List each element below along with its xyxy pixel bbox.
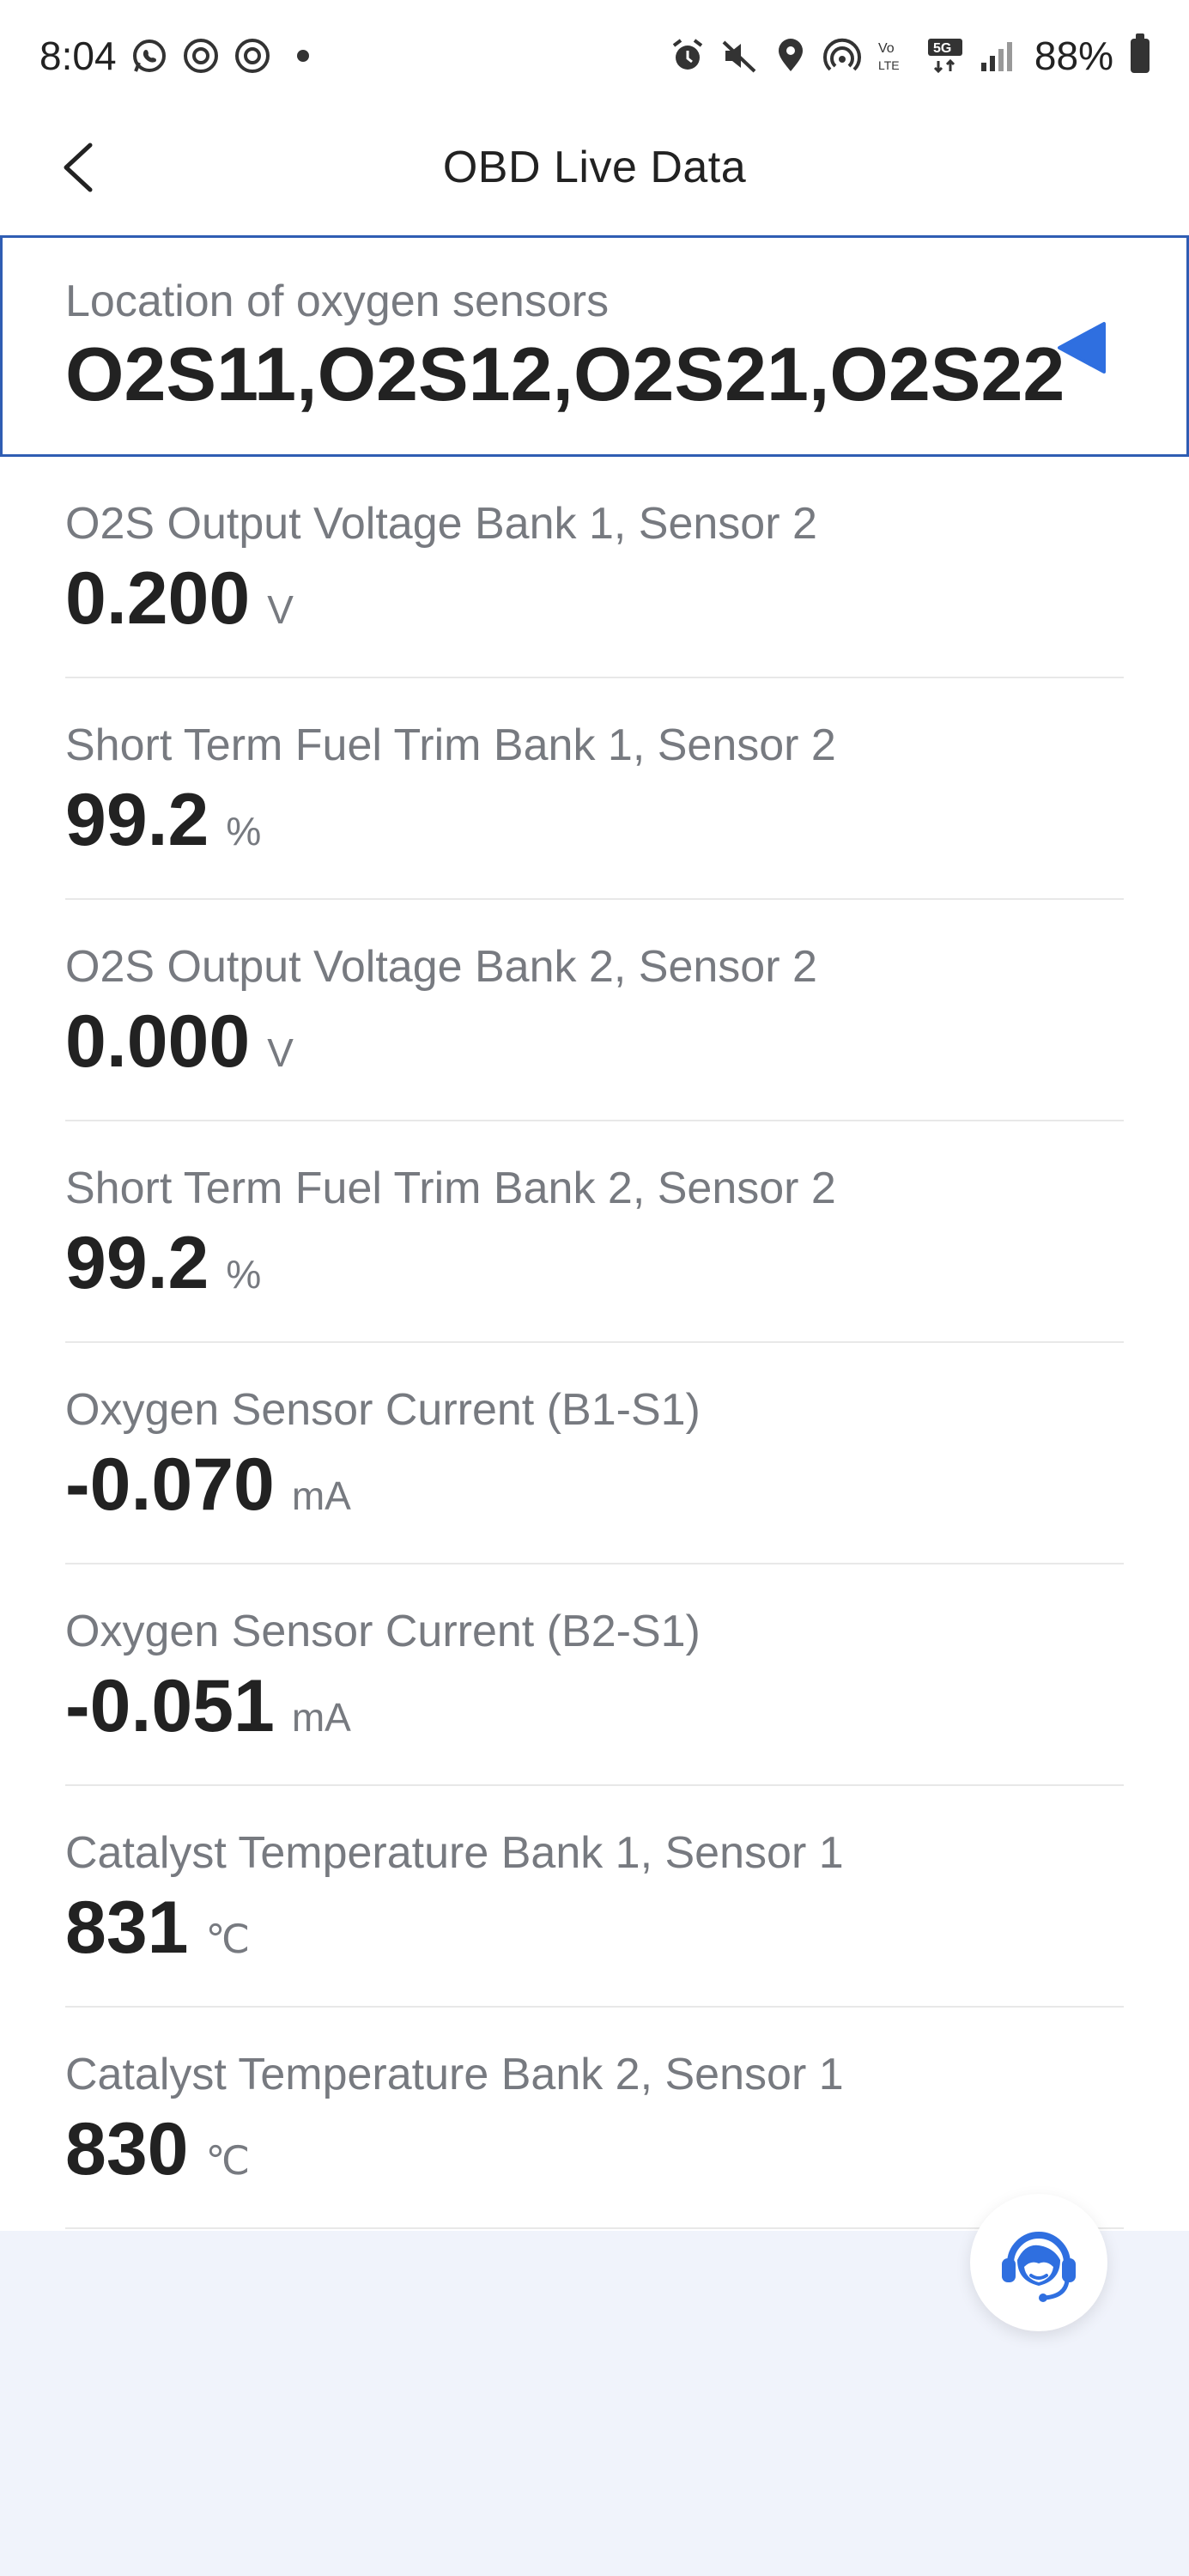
app-header: OBD Live Data xyxy=(0,112,1189,223)
status-right: Vo LTE 5G 88% xyxy=(669,33,1150,79)
item-unit: V xyxy=(267,1030,294,1075)
item-value-line: 99.2 % xyxy=(65,778,261,863)
chevron-left-icon xyxy=(64,143,93,192)
5g-network-icon: 5G xyxy=(926,37,964,75)
hotspot-icon xyxy=(822,37,861,75)
item-label: Oxygen Sensor Current (B1-S1) xyxy=(65,1385,701,1435)
item-label: Location of oxygen sensors xyxy=(65,276,610,326)
battery-level: 88% xyxy=(1034,33,1113,78)
customer-support-button[interactable] xyxy=(970,2194,1107,2331)
alarm-icon xyxy=(669,37,707,75)
item-value-line: -0.070 mA xyxy=(65,1443,351,1528)
status-left: 8:04 xyxy=(39,33,309,79)
item-unit: % xyxy=(226,1252,262,1297)
list-item[interactable]: O2S Output Voltage Bank 2, Sensor 2 0.00… xyxy=(65,900,1124,1121)
item-value: 99.2 xyxy=(65,779,209,861)
list-item[interactable]: Short Term Fuel Trim Bank 2, Sensor 2 99… xyxy=(65,1121,1124,1343)
page-title: OBD Live Data xyxy=(442,143,747,192)
threads-icon-2 xyxy=(234,37,271,75)
triangle-left-icon xyxy=(1058,322,1106,374)
item-unit: ℃ xyxy=(205,1917,251,1961)
status-time: 8:04 xyxy=(39,33,117,78)
status-bar: 8:04 Vo LTE 5G 88% xyxy=(0,0,1189,112)
item-label: Oxygen Sensor Current (B2-S1) xyxy=(65,1607,701,1656)
item-value: -0.070 xyxy=(65,1443,275,1526)
item-value-line: -0.051 mA xyxy=(65,1664,351,1749)
list-item[interactable]: Short Term Fuel Trim Bank 1, Sensor 2 99… xyxy=(65,678,1124,900)
item-unit: ℃ xyxy=(205,2138,251,2183)
item-value: 0.000 xyxy=(65,1000,251,1083)
item-value: 831 xyxy=(65,1886,189,1969)
live-data-list: Location of oxygen sensors O2S11,O2S12,O… xyxy=(0,235,1189,2229)
item-unit: mA xyxy=(291,1473,351,1518)
list-item[interactable]: O2S Output Voltage Bank 1, Sensor 2 0.20… xyxy=(65,457,1124,678)
item-label: Catalyst Temperature Bank 2, Sensor 1 xyxy=(65,2050,844,2099)
item-unit: mA xyxy=(291,1695,351,1740)
whatsapp-icon xyxy=(130,37,168,75)
location-icon xyxy=(772,37,810,75)
item-value: 0.200 xyxy=(65,557,251,640)
item-label: O2S Output Voltage Bank 2, Sensor 2 xyxy=(65,942,817,992)
item-value-line: 830 ℃ xyxy=(65,2107,250,2192)
battery-icon xyxy=(1131,33,1150,73)
item-value: -0.051 xyxy=(65,1665,275,1747)
item-value-line: O2S11,O2S12,O2S21,O2S22 xyxy=(65,331,1065,418)
mute-icon xyxy=(720,37,758,75)
list-item-selected[interactable]: Location of oxygen sensors O2S11,O2S12,O… xyxy=(0,235,1189,457)
volte-icon: Vo LTE xyxy=(875,37,913,75)
item-value: 830 xyxy=(65,2108,189,2190)
item-value: O2S11,O2S12,O2S21,O2S22 xyxy=(65,331,1065,416)
item-value: 99.2 xyxy=(65,1222,209,1304)
item-value-line: 99.2 % xyxy=(65,1221,261,1306)
threads-icon xyxy=(182,37,220,75)
item-value-line: 0.000 V xyxy=(65,999,294,1084)
svg-text:LTE: LTE xyxy=(878,58,900,72)
headset-agent-icon xyxy=(1002,2232,1076,2302)
notification-dot-icon xyxy=(296,50,309,62)
list-item[interactable]: Oxygen Sensor Current (B1-S1) -0.070 mA xyxy=(65,1343,1124,1564)
svg-text:5G: 5G xyxy=(933,41,951,56)
list-item[interactable]: Catalyst Temperature Bank 1, Sensor 1 83… xyxy=(65,1786,1124,2008)
item-value-line: 0.200 V xyxy=(65,556,294,641)
back-button[interactable] xyxy=(48,137,108,197)
item-label: Short Term Fuel Trim Bank 1, Sensor 2 xyxy=(65,720,836,770)
list-item[interactable]: Oxygen Sensor Current (B2-S1) -0.051 mA xyxy=(65,1564,1124,1786)
signal-icon xyxy=(978,37,1016,75)
list-item[interactable]: Catalyst Temperature Bank 2, Sensor 1 83… xyxy=(65,2008,1124,2229)
svg-text:Vo: Vo xyxy=(878,41,895,56)
item-label: Catalyst Temperature Bank 1, Sensor 1 xyxy=(65,1828,844,1878)
item-label: Short Term Fuel Trim Bank 2, Sensor 2 xyxy=(65,1163,836,1213)
item-value-line: 831 ℃ xyxy=(65,1886,250,1971)
item-unit: % xyxy=(226,809,262,854)
item-unit: V xyxy=(267,587,294,632)
item-label: O2S Output Voltage Bank 1, Sensor 2 xyxy=(65,499,817,549)
